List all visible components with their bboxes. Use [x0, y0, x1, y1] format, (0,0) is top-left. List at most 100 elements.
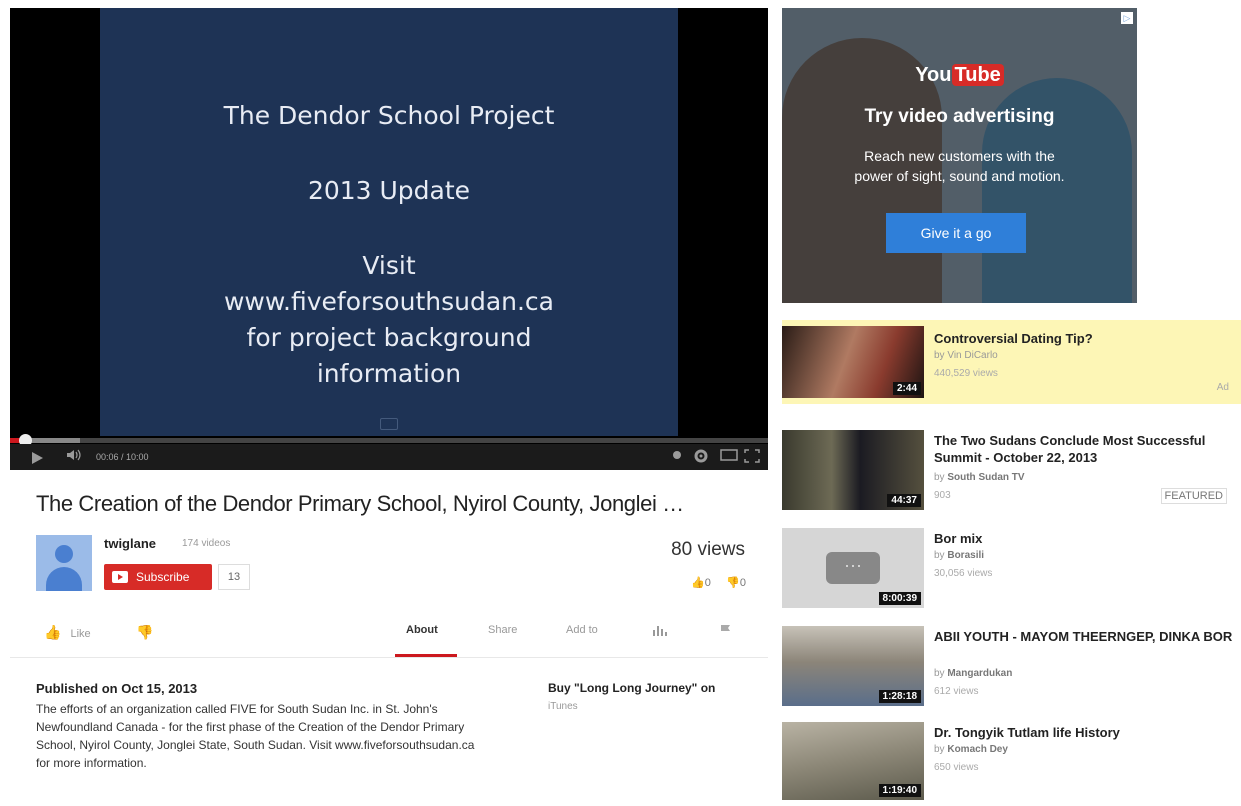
ad-label: Ad	[1216, 382, 1229, 393]
annotations-icon[interactable]	[672, 449, 682, 464]
thumbs-up-icon: 👍	[691, 577, 705, 589]
published-date: Published on Oct 15, 2013	[36, 681, 198, 696]
related-title[interactable]: Controversial Dating Tip?	[934, 330, 1234, 347]
thumbs-up-icon: 👍	[44, 624, 62, 640]
settings-gear-icon[interactable]	[694, 449, 708, 466]
related-title[interactable]: ABII YOUTH - MAYOM THEERNGEP, DINKA BOR	[934, 628, 1234, 645]
logo-text-you: You	[915, 64, 952, 86]
subscriber-count: 13	[218, 564, 250, 590]
slide-body: Visit www.fiveforsouthsudan.ca for proje…	[100, 248, 678, 392]
slide-text-line: www.fiveforsouthsudan.ca	[223, 287, 555, 316]
tab-share[interactable]: Share	[488, 624, 517, 636]
player-controls: 00:06 / 10:00	[10, 444, 768, 470]
featured-badge: FEATURED	[1160, 488, 1227, 504]
tab-about[interactable]: About	[406, 624, 438, 636]
by-prefix: by	[934, 350, 945, 361]
display-ad[interactable]: ▷ You Tube Try video advertising Reach ne…	[782, 8, 1137, 303]
buy-song-link[interactable]: Buy "Long Long Journey" on	[548, 681, 715, 695]
theater-mode-icon[interactable]	[720, 449, 738, 464]
channel-avatar[interactable]	[36, 535, 92, 591]
slide-text-line: information	[316, 359, 462, 388]
like-dislike-summary: 👍0 👎0	[660, 576, 746, 589]
related-title[interactable]: Bor mix	[934, 530, 1234, 547]
related-views: 440,529 views	[934, 368, 998, 379]
related-views: 903	[934, 490, 951, 501]
by-prefix: by	[934, 472, 945, 483]
subscribe-button[interactable]: Subscribe	[104, 564, 212, 590]
like-label: Like	[70, 628, 91, 640]
video-thumbnail[interactable]: 2:44	[782, 326, 924, 398]
author-name: Komach Dey	[947, 744, 1008, 755]
video-thumbnail[interactable]: 44:37	[782, 430, 924, 510]
related-title[interactable]: The Two Sudans Conclude Most Successful …	[934, 432, 1234, 466]
video-thumbnail[interactable]: 1:28:18	[782, 626, 924, 706]
logo-text-tube: Tube	[951, 64, 1004, 86]
related-title[interactable]: Dr. Tongyik Tutlam life History	[934, 724, 1234, 741]
stats-icon[interactable]	[652, 624, 668, 639]
duration-badge: 1:28:18	[878, 690, 921, 703]
ad-subtext-line: Reach new customers with the	[864, 148, 1055, 164]
like-button[interactable]: 👍 Like	[44, 624, 91, 641]
ad-choices-icon[interactable]: ▷	[1121, 12, 1133, 24]
ad-headline: Try video advertising	[864, 106, 1055, 127]
tab-add-to[interactable]: Add to	[566, 624, 598, 636]
report-flag-icon[interactable]	[720, 624, 732, 641]
dislike-button[interactable]: 👎	[136, 624, 153, 641]
related-video-item[interactable]: ··· 8:00:39 Bor mix by Borasili 30,056 v…	[782, 528, 1241, 612]
placeholder-icon: ···	[826, 552, 880, 584]
related-views: 650 views	[934, 762, 979, 773]
slide-title: The Dendor School Project	[223, 101, 555, 130]
slide-text-line: Visit	[362, 251, 416, 280]
related-author[interactable]: by Komach Dey	[934, 744, 1008, 755]
video-description: The efforts of an organization called FI…	[36, 702, 475, 770]
author-name: Mangardukan	[947, 668, 1013, 679]
by-prefix: by	[934, 550, 945, 561]
volume-icon[interactable]	[66, 448, 82, 467]
dislike-count: 0	[739, 577, 746, 589]
view-count: 80 views	[671, 539, 745, 560]
duration-badge: 1:19:40	[878, 784, 921, 797]
section-divider	[10, 657, 768, 658]
slide-subtitle: 2013 Update	[307, 176, 471, 205]
related-video-item[interactable]: 1:28:18 ABII YOUTH - MAYOM THEERNGEP, DI…	[782, 626, 1241, 710]
subscribe-label: Subscribe	[136, 570, 190, 584]
related-video-item[interactable]: 44:37 The Two Sudans Conclude Most Succe…	[782, 430, 1241, 514]
ad-cta-button[interactable]: Give it a go	[886, 213, 1026, 253]
ad-subtext-line: power of sight, sound and motion.	[854, 168, 1065, 184]
duration-badge: 44:37	[887, 494, 921, 507]
youtube-logo: You Tube	[782, 64, 1137, 87]
author-name: Borasili	[947, 550, 985, 561]
progress-bar[interactable]	[10, 434, 768, 447]
channel-name[interactable]: twiglane	[104, 536, 156, 551]
author-name: South Sudan TV	[947, 472, 1025, 483]
related-video-item[interactable]: 1:19:40 Dr. Tongyik Tutlam life History …	[782, 722, 1241, 806]
play-icon[interactable]	[32, 452, 43, 464]
fullscreen-icon[interactable]	[744, 449, 760, 466]
video-player[interactable]: The Dendor School Project 2013 Update Vi…	[10, 8, 768, 470]
video-thumbnail[interactable]: 1:19:40	[782, 722, 924, 800]
annotation-marker-icon	[380, 418, 398, 430]
related-author[interactable]: by South Sudan TV	[934, 472, 1025, 483]
video-thumbnail[interactable]: ··· 8:00:39	[782, 528, 924, 608]
time-display: 00:06 / 10:00	[96, 452, 149, 462]
by-prefix: by	[934, 744, 945, 755]
related-author[interactable]: by Mangardukan	[934, 668, 1012, 679]
related-author[interactable]: by Borasili	[934, 550, 984, 561]
video-title: The Creation of the Dendor Primary Schoo…	[36, 491, 684, 516]
channel-video-count[interactable]: 174 videos	[182, 538, 230, 549]
duration-badge: 8:00:39	[878, 592, 921, 605]
related-views: 30,056 views	[934, 568, 993, 579]
related-video-item[interactable]: 2:44 Controversial Dating Tip? by Vin Di…	[782, 320, 1241, 404]
thumbs-down-icon: 👎	[726, 577, 740, 589]
video-frame[interactable]: The Dendor School Project 2013 Update Vi…	[100, 8, 678, 436]
action-bar: 👍 Like 👎 About Share Add to	[36, 620, 748, 654]
buy-source-link[interactable]: iTunes	[548, 701, 578, 712]
like-count: 0	[704, 577, 711, 589]
duration-badge: 2:44	[892, 382, 921, 395]
related-views: 612 views	[934, 686, 979, 697]
slide-text-line: for project background	[246, 323, 532, 352]
youtube-play-icon	[112, 571, 128, 583]
related-author[interactable]: by Vin DiCarlo	[934, 350, 998, 361]
thumbs-down-icon: 👎	[136, 624, 154, 640]
by-prefix: by	[934, 668, 945, 679]
